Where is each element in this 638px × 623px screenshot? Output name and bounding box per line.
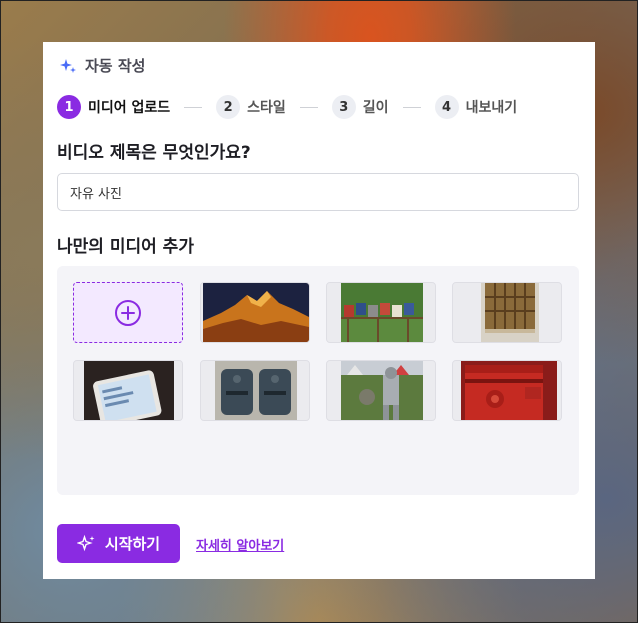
red-postbox-image	[453, 361, 561, 420]
step-number: 2	[216, 95, 241, 119]
step-label: 내보내기	[465, 100, 518, 116]
media-thumbnail[interactable]	[326, 360, 436, 421]
video-title-input[interactable]	[57, 173, 579, 211]
mountain-sunset-image	[201, 283, 309, 342]
media-grid	[57, 266, 579, 495]
stepper: 1 미디어 업로드 2 스타일 3 길이 4 내보내기	[57, 95, 517, 119]
step-media-upload[interactable]: 1 미디어 업로드	[57, 95, 170, 119]
media-thumbnail[interactable]	[452, 360, 562, 421]
smartphone-image	[74, 361, 182, 420]
step-divider	[184, 106, 203, 108]
media-thumbnail[interactable]	[326, 282, 436, 343]
mailboxes-row-image	[327, 283, 435, 342]
knight-armor-image	[327, 361, 435, 420]
sparkle-icon	[60, 58, 76, 73]
auto-create-panel: 자동 작성 1 미디어 업로드 2 스타일 3 길이 4 내보내기 비디오 제목…	[43, 42, 595, 579]
media-thumbnail[interactable]	[452, 282, 562, 343]
media-heading: 나만의 미디어 추가	[57, 237, 194, 257]
sparkle-icon	[76, 534, 95, 551]
step-label: 스타일	[247, 100, 286, 116]
step-style[interactable]: 2 스타일	[216, 95, 286, 119]
step-number: 4	[434, 95, 459, 119]
add-media-button[interactable]	[73, 282, 183, 343]
step-label: 길이	[362, 100, 389, 116]
step-divider	[402, 106, 421, 108]
wooden-window-image	[453, 283, 561, 342]
video-title-heading: 비디오 제목은 무엇인가요?	[57, 143, 251, 163]
step-length[interactable]: 3 길이	[331, 95, 389, 119]
panel-title: 자동 작성	[85, 57, 146, 75]
learn-more-link[interactable]: 자세히 알아보기	[196, 535, 284, 554]
media-thumbnail[interactable]	[200, 360, 310, 421]
step-number: 1	[57, 95, 81, 119]
step-label: 미디어 업로드	[88, 100, 171, 116]
step-number: 3	[331, 95, 356, 119]
plus-circle-icon	[115, 299, 141, 326]
step-export[interactable]: 4 내보내기	[434, 95, 518, 119]
media-thumbnail[interactable]	[73, 360, 183, 421]
panel-header: 자동 작성	[59, 55, 145, 76]
wall-mailboxes-image	[201, 361, 309, 420]
start-button[interactable]: 시작하기	[57, 524, 180, 563]
start-button-label: 시작하기	[104, 535, 161, 553]
step-divider	[299, 106, 318, 108]
media-thumbnail[interactable]	[200, 282, 310, 343]
